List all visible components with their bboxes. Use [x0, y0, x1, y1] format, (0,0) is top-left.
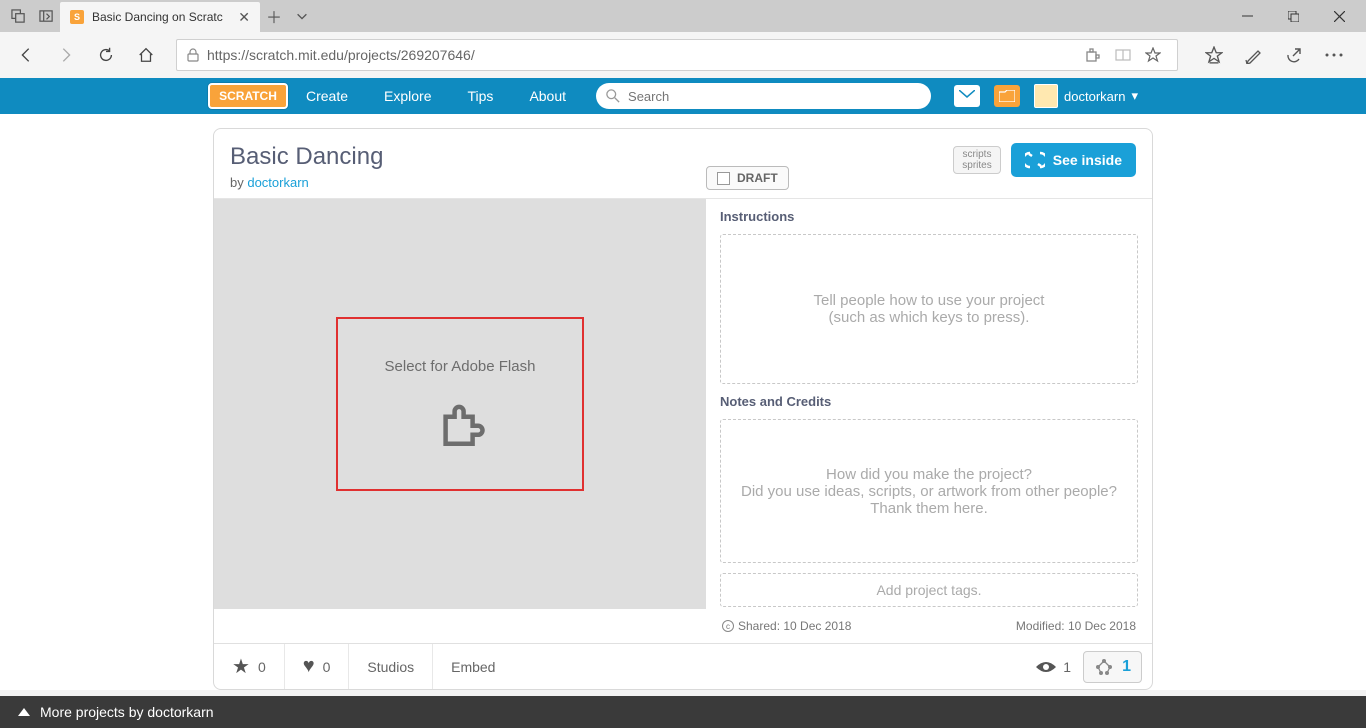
nav-about[interactable]: About	[511, 78, 584, 114]
maximize-button[interactable]	[1270, 1, 1316, 31]
reading-view-icon[interactable]	[1115, 47, 1137, 63]
see-inside-icon	[1025, 150, 1045, 170]
nav-create[interactable]: Create	[288, 78, 366, 114]
project-title: Basic Dancing	[230, 143, 383, 171]
messages-icon[interactable]	[954, 85, 980, 107]
recent-activity-icon[interactable]	[4, 2, 32, 30]
flash-text: Select for Adobe Flash	[385, 358, 536, 375]
more-projects-bar[interactable]: More projects by doctorkarn	[0, 696, 1366, 728]
see-inside-label: See inside	[1053, 152, 1122, 168]
username: doctorkarn	[1064, 89, 1125, 104]
studios-button[interactable]: Studios	[349, 644, 433, 689]
new-tab-button[interactable]: ＋	[260, 2, 288, 30]
remix-count: 1	[1122, 658, 1131, 676]
avatar	[1034, 84, 1058, 108]
address-bar: https://scratch.mit.edu/projects/2692076…	[0, 32, 1366, 78]
views-count: 1	[1063, 659, 1071, 675]
favorites-icon[interactable]	[1196, 37, 1232, 73]
tab-aside-icon[interactable]	[32, 2, 60, 30]
favorite-stat[interactable]: ★ 0	[214, 644, 285, 689]
window-controls	[1224, 1, 1362, 31]
sprites-label: sprites	[962, 160, 991, 171]
cc-icon: c	[722, 620, 734, 632]
embed-button[interactable]: Embed	[433, 644, 513, 689]
close-window-button[interactable]	[1316, 1, 1362, 31]
instructions-input[interactable]: Tell people how to use your project (suc…	[720, 234, 1138, 384]
extension-icon[interactable]	[1085, 47, 1107, 63]
more-icon[interactable]	[1316, 37, 1352, 73]
modified-date: Modified: 10 Dec 2018	[1016, 619, 1136, 633]
love-stat[interactable]: ♥ 0	[285, 644, 350, 689]
tab-favicon-icon: S	[70, 10, 84, 24]
byline: by doctorkarn	[230, 175, 383, 190]
notes-label: Notes and Credits	[720, 394, 1138, 409]
chevron-down-icon: ▾	[1131, 88, 1138, 104]
fav-count: 0	[258, 659, 266, 675]
search-icon	[606, 89, 620, 103]
flash-placeholder[interactable]: Select for Adobe Flash	[336, 317, 584, 491]
lock-icon	[187, 48, 199, 62]
scripts-label: scripts	[962, 149, 991, 160]
scripts-sprites-toggle[interactable]: scripts sprites	[953, 146, 1000, 174]
tab-close-icon[interactable]: ✕	[238, 9, 250, 26]
user-menu[interactable]: doctorkarn ▾	[1034, 84, 1138, 108]
search-box[interactable]	[596, 83, 931, 109]
browser-tab[interactable]: S Basic Dancing on Scratc ✕	[60, 2, 260, 32]
nav-explore[interactable]: Explore	[366, 78, 449, 114]
tab-bar: S Basic Dancing on Scratc ✕ ＋	[0, 0, 1366, 32]
share-icon[interactable]	[1276, 37, 1312, 73]
project-box: Basic Dancing by doctorkarn scripts spri…	[213, 128, 1153, 690]
puzzle-icon	[433, 397, 487, 451]
mystuff-icon[interactable]	[994, 85, 1020, 107]
refresh-button[interactable]	[88, 37, 124, 73]
notes-icon[interactable]	[1236, 37, 1272, 73]
eye-icon	[1035, 660, 1057, 674]
tags-input[interactable]: Add project tags.	[720, 573, 1138, 607]
see-inside-button[interactable]: See inside	[1011, 143, 1136, 177]
heart-icon: ♥	[303, 655, 315, 678]
remix-tree-icon	[1094, 657, 1114, 677]
home-button[interactable]	[128, 37, 164, 73]
author-link[interactable]: doctorkarn	[247, 175, 308, 190]
views-stat: 1	[1035, 659, 1071, 675]
favorite-star-icon[interactable]	[1145, 47, 1167, 63]
instructions-label: Instructions	[720, 209, 1138, 224]
triangle-up-icon	[18, 708, 30, 716]
url-text: https://scratch.mit.edu/projects/2692076…	[207, 47, 1077, 63]
tab-title: Basic Dancing on Scratc	[92, 10, 230, 24]
draft-toggle[interactable]: DRAFT	[706, 166, 789, 190]
by-prefix: by	[230, 175, 247, 190]
draft-checkbox[interactable]	[717, 172, 730, 185]
back-button[interactable]	[8, 37, 44, 73]
tabs-chevron-icon[interactable]	[288, 2, 316, 30]
meta-row: c Shared: 10 Dec 2018 Modified: 10 Dec 20…	[720, 617, 1138, 633]
toolbar-right	[1190, 37, 1358, 73]
browser-chrome: S Basic Dancing on Scratc ✕ ＋ https://sc…	[0, 0, 1366, 78]
more-projects-label: More projects by doctorkarn	[40, 704, 214, 720]
scratch-nav: SCRATCH Create Explore Tips About doctor…	[0, 78, 1366, 114]
minimize-button[interactable]	[1224, 1, 1270, 31]
instructions-placeholder: Tell people how to use your project (suc…	[814, 292, 1045, 326]
stats-bar: ★ 0 ♥ 0 Studios Embed 1 1	[214, 643, 1152, 689]
shared-date: Shared: 10 Dec 2018	[738, 619, 851, 633]
remix-button[interactable]: 1	[1083, 651, 1142, 683]
scratch-logo[interactable]: SCRATCH	[208, 83, 288, 109]
forward-button[interactable]	[48, 37, 84, 73]
notes-placeholder: How did you make the project? Did you us…	[731, 466, 1127, 517]
love-count: 0	[323, 659, 331, 675]
notes-input[interactable]: How did you make the project? Did you us…	[720, 419, 1138, 563]
star-icon: ★	[232, 654, 250, 679]
tags-placeholder: Add project tags.	[876, 582, 981, 598]
search-input[interactable]	[628, 89, 921, 104]
nav-tips[interactable]: Tips	[450, 78, 512, 114]
project-player: Select for Adobe Flash	[214, 199, 706, 609]
url-box[interactable]: https://scratch.mit.edu/projects/2692076…	[176, 39, 1178, 71]
draft-label: DRAFT	[737, 171, 778, 185]
